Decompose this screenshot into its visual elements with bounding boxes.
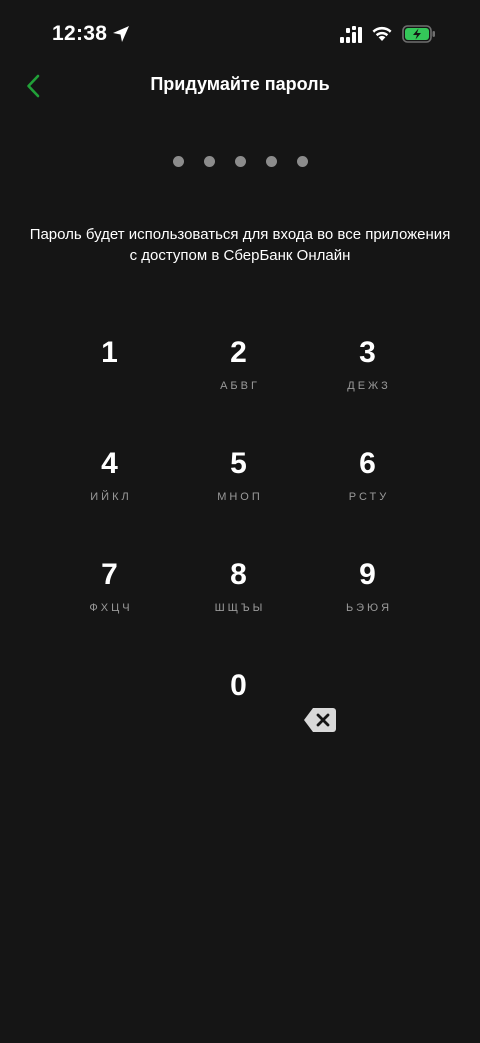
key-4[interactable]: 4 ИЙКЛ <box>45 433 174 544</box>
password-hint-line-2: с доступом в СберБанк Онлайн <box>129 247 351 264</box>
key-letters: ДЕЖЗ <box>347 380 391 392</box>
key-digit: 6 <box>359 447 376 480</box>
cellular-signal-icon <box>340 26 362 43</box>
battery-charging-icon <box>402 25 435 43</box>
key-letters: РСТУ <box>348 491 390 503</box>
key-6[interactable]: 6 РСТУ <box>303 433 432 544</box>
key-0[interactable]: 0 <box>174 655 303 766</box>
key-1[interactable]: 1 <box>45 322 174 433</box>
backspace-button[interactable] <box>303 655 432 766</box>
key-9[interactable]: 9 ЬЭЮЯ <box>303 544 432 655</box>
key-digit: 8 <box>230 558 247 591</box>
key-letters: АБВГ <box>220 380 260 392</box>
key-3[interactable]: 3 ДЕЖЗ <box>303 322 432 433</box>
key-digit: 1 <box>101 336 118 369</box>
pin-dot <box>234 156 246 167</box>
key-letters: МНОП <box>217 491 263 503</box>
key-empty <box>45 655 174 766</box>
key-letters: ЬЭЮЯ <box>345 602 393 614</box>
keypad: 1 2 АБВГ 3 ДЕЖЗ 4 ИЙКЛ 5 МНОП 6 РСТУ 7 Ф… <box>45 322 433 766</box>
wifi-icon <box>372 26 392 41</box>
pin-dot <box>203 156 215 167</box>
status-bar: 12:38 <box>0 0 480 70</box>
pin-dots <box>0 156 480 170</box>
key-digit: 0 <box>230 669 247 702</box>
pin-dot <box>265 156 277 167</box>
status-time: 12:38 <box>52 22 108 45</box>
pin-dot <box>172 156 184 167</box>
key-digit: 9 <box>359 558 376 591</box>
password-hint: Пароль будет использоваться для входа во… <box>20 224 460 266</box>
backspace-icon <box>304 708 336 732</box>
key-digit: 3 <box>359 336 376 369</box>
key-2[interactable]: 2 АБВГ <box>174 322 303 433</box>
header: Придумайте пароль <box>0 66 480 106</box>
key-8[interactable]: 8 ШЩЪЫ <box>174 544 303 655</box>
key-digit: 5 <box>230 447 247 480</box>
key-letters: ИЙКЛ <box>90 491 132 503</box>
page-title: Придумайте пароль <box>150 74 330 94</box>
key-digit: 4 <box>101 447 118 480</box>
key-digit: 7 <box>101 558 118 591</box>
key-digit: 2 <box>230 336 247 369</box>
password-hint-line-1: Пароль будет использоваться для входа во… <box>29 226 451 243</box>
key-5[interactable]: 5 МНОП <box>174 433 303 544</box>
location-arrow-icon <box>113 26 129 42</box>
key-7[interactable]: 7 ФХЦЧ <box>45 544 174 655</box>
key-letters: ФХЦЧ <box>89 602 133 614</box>
key-letters: ШЩЪЫ <box>214 602 266 614</box>
pin-dot <box>296 156 308 167</box>
